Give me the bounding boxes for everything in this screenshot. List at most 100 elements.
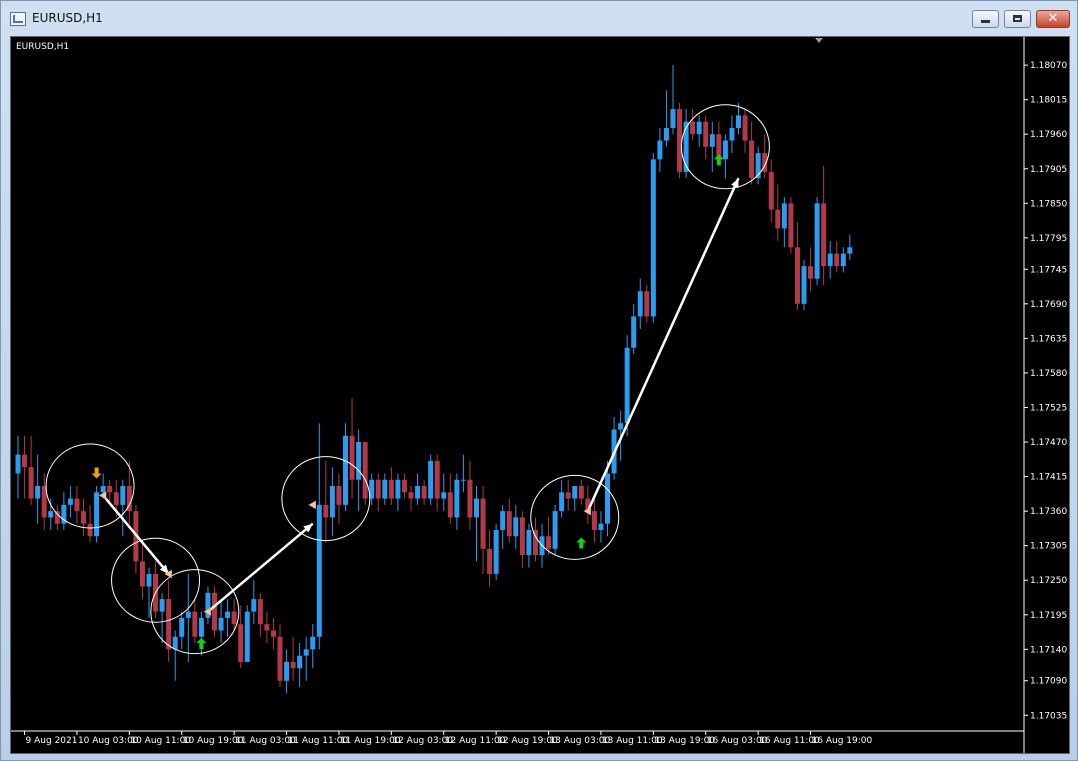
candle-body (840, 253, 846, 267)
candle-body (395, 479, 401, 499)
candle (428, 454, 434, 505)
candle-body (657, 140, 663, 160)
minimize-button[interactable] (972, 10, 999, 28)
price-tick-label: 1.17745 (1030, 265, 1067, 275)
candle-body (552, 511, 558, 549)
candle-body (696, 121, 702, 135)
close-button[interactable]: ✕ (1036, 10, 1070, 28)
title-bar[interactable]: EURUSD,H1 ✕ (1, 1, 1077, 35)
chart-area[interactable]: 1.18070 1.18015 1.17960 1.17905 1.17850 1.177… (10, 36, 1070, 754)
window-title: EURUSD,H1 (32, 11, 103, 25)
candle-body (349, 435, 355, 480)
candle (644, 284, 650, 323)
candle (159, 592, 165, 644)
price-scale: 1.18070 1.18015 1.17960 1.17905 1.17850 1.177… (1023, 37, 1067, 753)
candle-body (297, 655, 303, 669)
candle (415, 473, 421, 505)
candle (591, 498, 597, 543)
candle (421, 479, 427, 505)
candle-body (212, 592, 217, 631)
candle (454, 473, 460, 530)
candle-body (847, 247, 853, 254)
candle-body (113, 492, 119, 505)
candle (834, 241, 840, 273)
candle (474, 486, 479, 562)
candle (434, 454, 440, 512)
candle-body (709, 134, 715, 147)
candle (840, 247, 846, 273)
buy-signal-arrow[interactable] (576, 537, 587, 549)
candle (637, 278, 643, 329)
candle (15, 435, 21, 499)
candle (500, 504, 506, 549)
candle-body (474, 498, 479, 518)
trade-marker[interactable] (308, 500, 316, 510)
annotation-arrow[interactable] (586, 177, 740, 512)
candle (139, 542, 145, 600)
candle (74, 486, 80, 524)
candle-body (447, 492, 453, 518)
candle-body (198, 617, 204, 637)
candle (598, 511, 604, 543)
candle-body (15, 454, 21, 474)
candle (48, 498, 54, 530)
candle-body (139, 561, 145, 587)
candle (663, 90, 669, 147)
maximize-button[interactable] (1004, 10, 1031, 28)
candle (467, 460, 473, 530)
candle (696, 115, 702, 147)
chart-shift-marker[interactable] (815, 38, 823, 43)
candle (290, 636, 296, 681)
candle-body (284, 661, 290, 681)
candle-body (343, 435, 348, 505)
candle (480, 486, 486, 574)
candle (94, 486, 100, 543)
candle (552, 504, 558, 556)
buy-signal-arrow[interactable] (713, 154, 724, 166)
price-tick-label: 1.17035 (1030, 711, 1067, 721)
candle-body (749, 140, 755, 179)
candle-body (736, 115, 741, 128)
candle-body (434, 460, 440, 499)
candle (303, 636, 309, 681)
sell-signal-arrow[interactable] (91, 467, 102, 479)
candle (690, 109, 696, 141)
candle-body (218, 617, 224, 631)
candle-body (775, 209, 781, 229)
buy-signal-arrow[interactable] (196, 638, 207, 650)
candle-body (100, 486, 106, 493)
candle (755, 146, 761, 185)
candle-body (244, 611, 250, 662)
candle-body (683, 121, 689, 172)
candle-body (788, 203, 794, 248)
candle-body (821, 203, 827, 267)
candle (631, 303, 637, 355)
candle-body (54, 511, 60, 524)
candle-body (801, 266, 807, 304)
candle (185, 573, 191, 662)
candle-body (375, 479, 381, 499)
candle (22, 435, 28, 499)
candle-body (329, 486, 335, 518)
candle-body (257, 599, 263, 625)
candle-body (690, 121, 696, 135)
candlestick-chart[interactable]: 1.18070 1.18015 1.17960 1.17905 1.17850 1.177… (11, 37, 1069, 753)
candle-body (356, 442, 362, 480)
candle (329, 467, 335, 537)
candle-body (559, 492, 565, 512)
candle-body (87, 523, 93, 537)
candle-body (401, 479, 407, 493)
candle (395, 473, 401, 512)
candle-body (270, 630, 276, 637)
annotations (45, 104, 770, 655)
candle (179, 611, 185, 650)
candle (821, 165, 827, 285)
candle-body (336, 486, 342, 505)
candle-body (120, 486, 126, 505)
candle-body (362, 442, 368, 499)
candle-body (814, 203, 820, 279)
candle-body (493, 529, 499, 574)
candle-body (185, 611, 191, 618)
candle-body (146, 573, 152, 587)
candle (460, 454, 466, 493)
